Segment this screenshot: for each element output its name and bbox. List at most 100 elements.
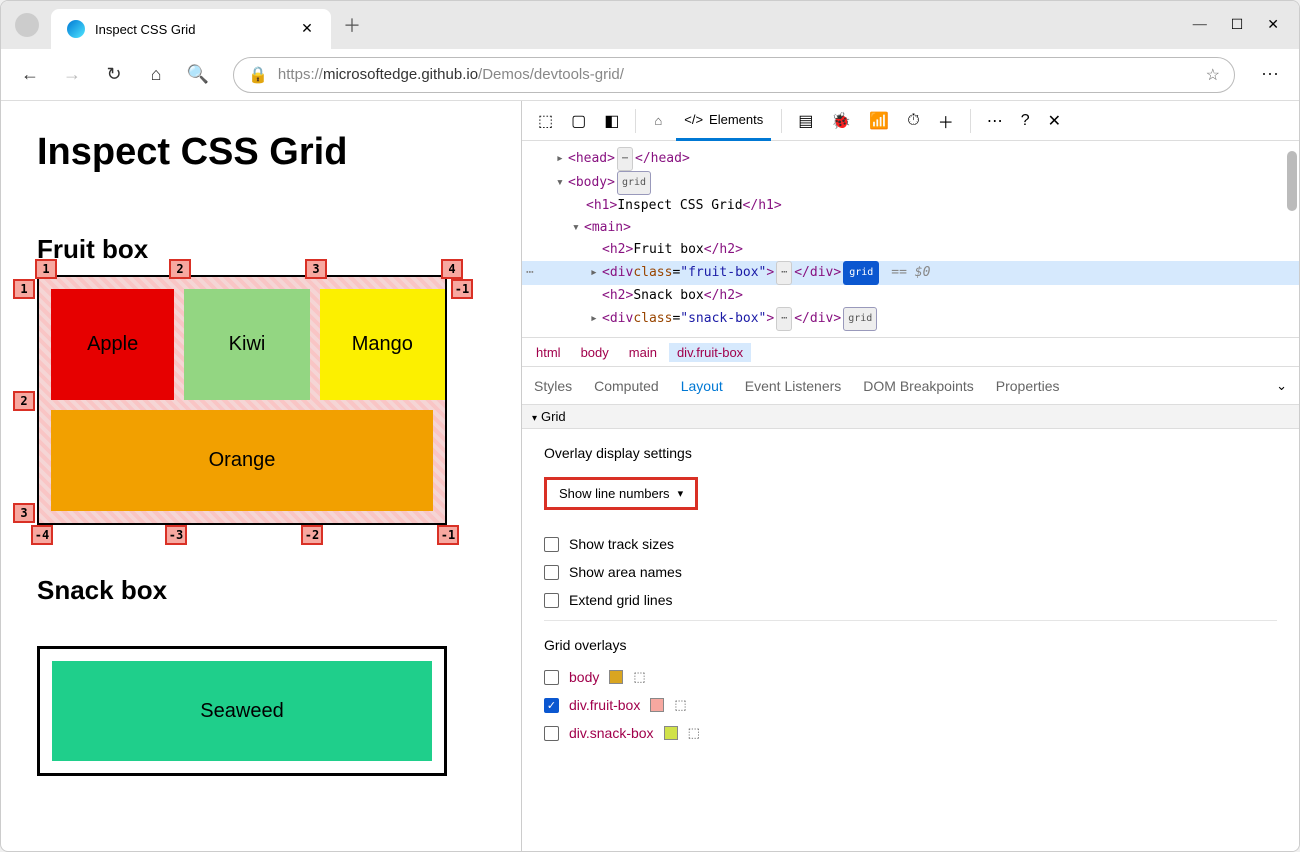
more-menu-icon[interactable]: ⋯ (1253, 58, 1287, 92)
dom-tree[interactable]: ▸<head>⋯</head> ▾<body> grid <h1>Inspect… (522, 141, 1299, 337)
overlay-settings-title: Overlay display settings (544, 445, 1277, 461)
page-heading: Inspect CSS Grid (37, 131, 485, 174)
more-tabs-icon[interactable]: ＋ (932, 109, 960, 133)
grid-section-header[interactable]: Grid (522, 405, 1299, 429)
tab-layout[interactable]: Layout (681, 378, 723, 394)
overlay-snack-swatch[interactable] (664, 726, 678, 740)
refresh-button[interactable]: ↻ (97, 58, 131, 92)
reveal-icon[interactable]: ⬚ (674, 697, 686, 713)
welcome-tab[interactable]: ⌂ (646, 101, 670, 141)
grid-line-number: 3 (305, 259, 327, 279)
overlay-body-swatch[interactable] (609, 670, 623, 684)
line-numbers-dropdown[interactable]: Show line numbers (544, 477, 698, 510)
grid-line-number: -1 (451, 279, 473, 299)
close-devtools-icon[interactable]: ✕ (1042, 111, 1067, 131)
inspect-element-icon[interactable]: ⬚ (532, 111, 559, 131)
tab-properties[interactable]: Properties (996, 378, 1060, 394)
overlay-fruit-row: ✓ div.fruit-box ⬚ (544, 697, 1277, 713)
grid-cell-seaweed: Seaweed (52, 661, 432, 761)
performance-icon[interactable]: ⏱ (901, 112, 925, 130)
grid-line-number: -1 (437, 525, 459, 545)
forward-button[interactable]: → (55, 58, 89, 92)
overlay-body-checkbox[interactable] (544, 670, 559, 685)
fruit-box-wrapper: Apple Kiwi Mango Orange 1 2 3 4 1 2 3 -1… (37, 275, 447, 525)
minimize-icon[interactable]: — (1193, 17, 1207, 34)
device-toolbar-icon[interactable]: ▢ (565, 111, 592, 131)
area-names-checkbox[interactable] (544, 565, 559, 580)
profile-avatar[interactable] (15, 13, 39, 37)
lock-icon: 🔒 (248, 65, 268, 85)
close-tab-icon[interactable]: ✕ (299, 21, 315, 37)
snack-box-grid: Seaweed (37, 646, 447, 776)
close-window-icon[interactable]: ✕ (1267, 17, 1279, 34)
grid-line-number: -4 (31, 525, 53, 545)
layout-panel: Grid Overlay display settings Show line … (522, 405, 1299, 851)
tab-event-listeners[interactable]: Event Listeners (745, 378, 842, 394)
address-bar[interactable]: 🔒 https://microsoftedge.github.io/Demos/… (233, 57, 1235, 93)
overlay-body-row: body ⬚ (544, 669, 1277, 685)
elements-tab[interactable]: </> Elements (676, 101, 771, 141)
track-sizes-checkbox[interactable] (544, 537, 559, 552)
network-conditions-icon[interactable]: 📶 (863, 111, 895, 131)
grid-line-number: 3 (13, 503, 35, 523)
crumb-html[interactable]: html (528, 343, 569, 362)
devtools-panel: ⬚ ▢ ◧ ⌂ </> Elements ▤ 🐞 📶 ⏱ ＋ ⋯ ? ✕ ▸<h… (521, 101, 1299, 851)
grid-cell-kiwi: Kiwi (184, 289, 309, 400)
browser-window: Inspect CSS Grid ✕ ＋ — ☐ ✕ ← → ↻ ⌂ 🔍 🔒 h… (0, 0, 1300, 852)
tab-title: Inspect CSS Grid (95, 22, 289, 37)
grid-line-number: 1 (13, 279, 35, 299)
show-track-sizes-row: Show track sizes (544, 536, 1277, 552)
extend-lines-checkbox[interactable] (544, 593, 559, 608)
grid-line-number: 2 (169, 259, 191, 279)
grid-line-number: -2 (301, 525, 323, 545)
fruit-box-heading: Fruit box (37, 234, 485, 265)
grid-overlays-title: Grid overlays (544, 637, 1277, 653)
console-icon[interactable]: ▤ (792, 111, 819, 131)
overlay-snack-checkbox[interactable] (544, 726, 559, 741)
expand-sidebar-icon[interactable]: ⌄ (1276, 378, 1287, 394)
fruit-box-grid: Apple Kiwi Mango Orange (37, 275, 447, 525)
breadcrumb: html body main div.fruit-box (522, 337, 1299, 367)
new-tab-button[interactable]: ＋ (343, 12, 361, 38)
help-icon[interactable]: ? (1015, 112, 1036, 130)
overlay-fruit-checkbox[interactable]: ✓ (544, 698, 559, 713)
reveal-icon[interactable]: ⬚ (688, 725, 700, 741)
styles-tabbar: Styles Computed Layout Event Listeners D… (522, 367, 1299, 405)
title-bar: Inspect CSS Grid ✕ ＋ — ☐ ✕ (1, 1, 1299, 49)
grid-cell-mango: Mango (320, 289, 445, 400)
grid-cell-apple: Apple (51, 289, 174, 400)
tab-dom-breakpoints[interactable]: DOM Breakpoints (863, 378, 973, 394)
search-button[interactable]: 🔍 (181, 58, 215, 92)
overlay-fruit-swatch[interactable] (650, 698, 664, 712)
browser-toolbar: ← → ↻ ⌂ 🔍 🔒 https://microsoftedge.github… (1, 49, 1299, 101)
tab-computed[interactable]: Computed (594, 378, 659, 394)
browser-tab[interactable]: Inspect CSS Grid ✕ (51, 9, 331, 49)
kebab-menu-icon[interactable]: ⋯ (981, 111, 1009, 131)
grid-line-number: 4 (441, 259, 463, 279)
reveal-icon[interactable]: ⬚ (633, 669, 645, 685)
issues-icon[interactable]: 🐞 (825, 111, 857, 131)
content-area: Inspect CSS Grid Fruit box Apple Kiwi Ma… (1, 101, 1299, 851)
edge-favicon (67, 20, 85, 38)
home-button[interactable]: ⌂ (139, 58, 173, 92)
devtools-tabbar: ⬚ ▢ ◧ ⌂ </> Elements ▤ 🐞 📶 ⏱ ＋ ⋯ ? ✕ (522, 101, 1299, 141)
crumb-fruit-box[interactable]: div.fruit-box (669, 343, 751, 362)
grid-line-number: 1 (35, 259, 57, 279)
show-area-names-row: Show area names (544, 564, 1277, 580)
window-controls: — ☐ ✕ (1193, 17, 1291, 34)
overlay-snack-row: div.snack-box ⬚ (544, 725, 1277, 741)
maximize-icon[interactable]: ☐ (1231, 17, 1244, 34)
snack-box-heading: Snack box (37, 575, 485, 606)
grid-line-number: 2 (13, 391, 35, 411)
url-text: https://microsoftedge.github.io/Demos/de… (278, 66, 624, 83)
webpage: Inspect CSS Grid Fruit box Apple Kiwi Ma… (1, 101, 521, 851)
crumb-body[interactable]: body (573, 343, 617, 362)
back-button[interactable]: ← (13, 58, 47, 92)
tab-styles[interactable]: Styles (534, 378, 572, 394)
grid-cell-orange: Orange (51, 410, 433, 511)
scrollbar[interactable] (1285, 141, 1297, 337)
dock-icon[interactable]: ◧ (598, 111, 625, 131)
crumb-main[interactable]: main (621, 343, 665, 362)
grid-line-number: -3 (165, 525, 187, 545)
favorite-icon[interactable]: ☆ (1206, 65, 1220, 85)
